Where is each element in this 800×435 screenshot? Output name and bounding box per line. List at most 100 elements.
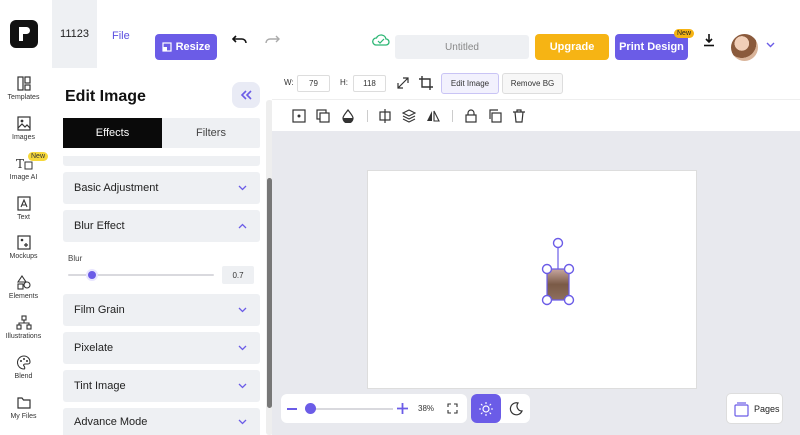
elements-icon <box>16 275 31 290</box>
width-label: W: <box>284 78 294 87</box>
section-label: Basic Adjustment <box>74 182 159 194</box>
pages-button[interactable]: Pages <box>726 393 783 424</box>
sidebar-item-illustrations[interactable]: Illustrations <box>0 315 47 340</box>
illustrations-icon <box>15 315 32 330</box>
sidebar-item-text[interactable]: Text <box>0 196 47 221</box>
sidebar-item-elements[interactable]: Elements <box>0 275 47 300</box>
resize-button[interactable]: Resize <box>155 34 217 60</box>
blur-value-field[interactable]: 0.7 <box>222 266 254 284</box>
selected-image-element[interactable] <box>538 233 578 311</box>
sidebar-item-label: Blend <box>14 373 33 380</box>
templates-icon <box>16 76 31 91</box>
double-chevron-left-icon <box>240 90 252 100</box>
tab-effects[interactable]: Effects <box>63 118 162 148</box>
download-icon[interactable] <box>703 33 715 47</box>
trash-icon[interactable] <box>512 109 526 123</box>
redo-icon[interactable] <box>264 30 280 46</box>
palette-icon <box>16 355 31 370</box>
undo-icon[interactable] <box>232 30 248 46</box>
sidebar-item-label: Image AI <box>9 174 38 181</box>
resize-icon <box>161 42 172 52</box>
collapse-panel-button[interactable] <box>232 82 260 108</box>
pages-label: Pages <box>754 404 780 414</box>
cloud-sync-icon <box>372 34 390 46</box>
sidebar-item-label: Templates <box>7 94 40 101</box>
sidebar-item-mockups[interactable]: Mockups <box>0 235 47 260</box>
width-input[interactable]: 79 <box>297 75 330 92</box>
chevron-down-icon <box>238 307 247 313</box>
zoom-in-icon[interactable] <box>397 403 408 414</box>
section-label: Blur Effect <box>74 220 125 232</box>
chevron-down-icon <box>238 185 247 191</box>
opacity-drop-icon[interactable] <box>341 109 355 123</box>
moon-icon <box>509 401 523 415</box>
toolbar-divider <box>452 110 453 122</box>
file-menu-button[interactable]: File <box>112 30 130 42</box>
left-rail: Templates Images T Image AI New Text Moc… <box>0 68 49 435</box>
duplicate-frame-icon[interactable] <box>316 109 330 123</box>
chevron-down-icon <box>238 419 247 424</box>
chevron-down-icon <box>238 383 247 389</box>
section-tint-image[interactable]: Tint Image <box>63 370 260 402</box>
sidebar-item-label: Text <box>17 214 30 221</box>
sidebar-item-templates[interactable]: Templates <box>0 76 47 101</box>
section-label: Film Grain <box>74 304 125 316</box>
zoom-value: 38% <box>418 404 435 413</box>
sidebar-item-label: My Files <box>10 413 37 420</box>
avatar[interactable] <box>731 34 758 61</box>
select-frame-icon[interactable] <box>292 109 306 123</box>
section-pixelate[interactable]: Pixelate <box>63 332 260 364</box>
image-icon <box>16 116 31 131</box>
project-id[interactable]: 11123 <box>52 0 97 68</box>
effects-filters-tabs: Effects Filters <box>63 118 260 148</box>
section-label: Tint Image <box>74 380 126 392</box>
height-input[interactable]: 118 <box>353 75 386 92</box>
align-center-icon[interactable] <box>378 109 392 123</box>
blur-label: Blur <box>68 254 83 263</box>
top-bar: 11123 File Resize Upgrade Print Design N… <box>0 0 800 68</box>
expand-icon[interactable] <box>397 77 409 89</box>
new-badge: New <box>28 152 49 161</box>
mockups-icon <box>16 235 31 250</box>
crop-icon[interactable] <box>419 76 433 90</box>
sidebar-item-label: Mockups <box>9 253 38 260</box>
edit-image-button[interactable]: Edit Image <box>441 73 499 94</box>
section-basic-adjustment[interactable]: Basic Adjustment <box>63 172 260 204</box>
chevron-down-icon[interactable] <box>766 42 775 48</box>
remove-bg-button[interactable]: Remove BG <box>502 73 563 94</box>
sidebar-item-my-files[interactable]: My Files <box>0 395 47 420</box>
section-label: Pixelate <box>74 342 114 354</box>
chevron-up-icon <box>238 223 247 229</box>
copy-icon[interactable] <box>488 109 502 123</box>
section-blur-effect[interactable]: Blur Effect <box>63 210 260 242</box>
sidebar-item-label: Images <box>12 134 35 141</box>
app-logo[interactable] <box>10 20 38 48</box>
canvas-workspace: W: 79 H: 118 Edit Image Remove BG 38% Pa… <box>272 68 800 435</box>
sidebar-item-images[interactable]: Images <box>0 116 47 141</box>
panel-title: Edit Image <box>65 88 146 105</box>
layers-icon[interactable] <box>402 109 416 123</box>
zoom-slider-thumb[interactable] <box>305 403 316 414</box>
light-mode-button[interactable] <box>471 394 501 423</box>
sidebar-item-label: Elements <box>8 293 39 300</box>
toolbar-divider <box>367 110 368 122</box>
upgrade-button[interactable]: Upgrade <box>535 34 609 60</box>
blur-slider-thumb[interactable] <box>86 269 98 281</box>
fullscreen-icon[interactable] <box>447 403 458 414</box>
zoom-out-icon[interactable] <box>287 408 297 410</box>
svg-text:T: T <box>16 157 24 171</box>
tab-filters[interactable]: Filters <box>162 118 260 148</box>
height-label: H: <box>340 78 348 87</box>
text-icon <box>16 196 31 211</box>
lock-icon[interactable] <box>464 109 478 123</box>
section-advance-mode[interactable]: Advance Mode <box>63 408 260 435</box>
zoom-slider-track[interactable] <box>305 408 393 410</box>
sidebar-item-blend[interactable]: Blend <box>0 355 47 380</box>
document-title-input[interactable] <box>395 35 529 59</box>
dark-mode-button[interactable] <box>501 394 530 423</box>
design-canvas[interactable] <box>367 170 697 389</box>
collapsed-section-partial <box>63 156 260 166</box>
section-film-grain[interactable]: Film Grain <box>63 294 260 326</box>
properties-bar: W: 79 H: 118 Edit Image Remove BG <box>272 68 800 99</box>
flip-icon[interactable] <box>426 109 440 123</box>
